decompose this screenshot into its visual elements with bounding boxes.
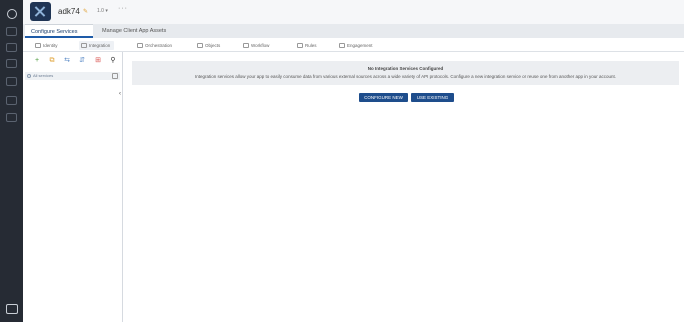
services-icon xyxy=(27,74,31,78)
configure-new-button[interactable]: CONFIGURE NEW xyxy=(359,93,408,102)
more-options-icon[interactable]: ··· xyxy=(118,5,128,12)
nav-icon-7[interactable] xyxy=(6,113,17,122)
copy-icon[interactable]: ⧉ xyxy=(48,57,56,65)
objects-icon xyxy=(197,43,203,48)
service-type-bar: Identity Integration Orchestration Objec… xyxy=(23,38,684,52)
sidebar-item-all-services[interactable]: All services xyxy=(25,72,120,80)
subtab-objects[interactable]: Objects xyxy=(195,41,220,50)
use-existing-button[interactable]: USE EXISTING xyxy=(411,93,454,102)
subtab-orchestration-label: Orchestration xyxy=(145,43,173,48)
app-name: adk74 xyxy=(58,7,80,16)
subtab-identity-label: Identity xyxy=(43,43,58,48)
left-nav-rail xyxy=(0,0,23,322)
subtab-workflow[interactable]: Workflow xyxy=(241,41,269,50)
subtab-workflow-label: Workflow xyxy=(251,43,270,48)
rules-icon xyxy=(297,43,303,48)
nav-icon-5[interactable] xyxy=(6,77,17,86)
collapse-sidebar-icon[interactable]: ‹ xyxy=(119,91,121,97)
sort-icon[interactable]: ⇵ xyxy=(78,57,86,65)
empty-state-description: Integration services allow your app to e… xyxy=(195,74,616,79)
subtab-identity[interactable]: Identity xyxy=(33,41,58,50)
calendar-icon[interactable]: ⊞ xyxy=(94,57,102,65)
services-sidebar: + ⧉ ⇆ ⇵ ⊞ ⚲ All services xyxy=(23,52,123,322)
sidebar-toolbar: + ⧉ ⇆ ⇵ ⊞ ⚲ xyxy=(23,56,123,68)
nav-icon-4[interactable] xyxy=(6,59,17,68)
main-content: No Integration Services Configured Integ… xyxy=(127,52,684,322)
chat-icon[interactable] xyxy=(6,304,18,314)
workflow-icon xyxy=(243,43,249,48)
orchestration-icon xyxy=(137,43,143,48)
search-icon[interactable]: ⚲ xyxy=(109,57,117,65)
version-dropdown[interactable]: 1.0 ▾ xyxy=(97,8,108,14)
nav-icon-2[interactable] xyxy=(6,27,17,36)
subtab-engagement-label: Engagement xyxy=(347,43,373,48)
subtab-orchestration[interactable]: Orchestration xyxy=(135,41,172,50)
empty-state-panel: No Integration Services Configured Integ… xyxy=(132,61,679,85)
identity-icon xyxy=(35,43,41,48)
subtab-objects-label: Objects xyxy=(205,43,221,48)
main-tabs: Configure Services Manage Client App Ass… xyxy=(23,24,684,38)
app-header: adk74 ✎ 1.0 ▾ ··· xyxy=(23,0,684,24)
add-icon[interactable]: + xyxy=(33,57,41,65)
subtab-rules-label: Rules xyxy=(305,43,317,48)
list-options-icon[interactable] xyxy=(112,73,118,79)
nav-icon-3[interactable] xyxy=(6,43,17,52)
engagement-icon xyxy=(339,43,345,48)
sidebar-item-label: All services xyxy=(33,73,54,78)
app-logo-icon xyxy=(30,2,51,21)
subtab-integration[interactable]: Integration xyxy=(79,41,115,50)
subtab-integration-label: Integration xyxy=(89,43,111,48)
app-icon[interactable] xyxy=(7,9,17,19)
empty-state-title: No Integration Services Configured xyxy=(367,66,444,71)
nav-icon-6[interactable] xyxy=(6,96,17,105)
tab-manage-client-app-assets[interactable]: Manage Client App Assets xyxy=(96,24,186,38)
tab-configure-services[interactable]: Configure Services xyxy=(25,24,93,38)
subtab-engagement[interactable]: Engagement xyxy=(337,41,373,50)
edit-pencil-icon[interactable]: ✎ xyxy=(83,8,88,15)
integration-icon xyxy=(81,43,87,48)
link-icon[interactable]: ⇆ xyxy=(63,57,71,65)
subtab-rules[interactable]: Rules xyxy=(295,41,317,50)
